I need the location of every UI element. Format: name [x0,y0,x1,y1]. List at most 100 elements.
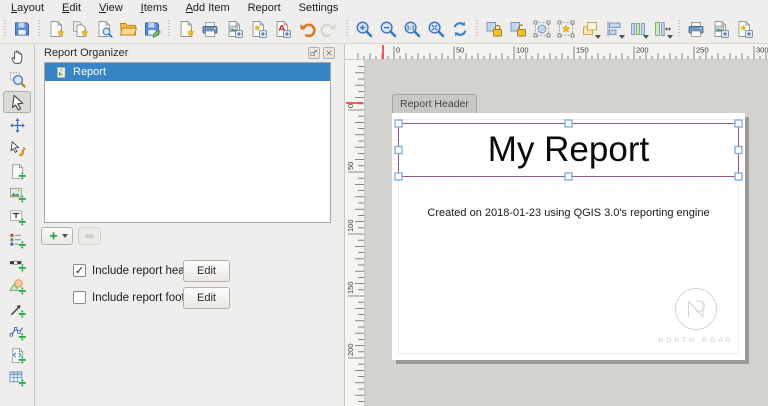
add-picture-tool-button[interactable] [3,183,31,205]
menu-edit[interactable]: Edit [53,0,90,15]
add-shape-tool-button[interactable] [3,275,31,297]
redo-icon [320,19,340,39]
svg-text:300: 300 [756,46,768,55]
add-scalebar-tool-button[interactable] [3,252,31,274]
unlock-icon [508,19,528,39]
add-legend-tool-button[interactable] [3,229,31,251]
group-items-button[interactable] [530,17,554,41]
save-button[interactable] [10,17,34,41]
menu-add-item[interactable]: Add Item [177,0,239,15]
canvas-area[interactable]: Report Header My Rep [365,60,768,406]
add-page-tool-button[interactable] [3,160,31,182]
panel-float-button[interactable] [308,47,320,59]
plus-icon [47,230,60,243]
move-content-icon [8,116,27,135]
subtitle-label-item[interactable]: Created on 2018-01-23 using QGIS 3.0's r… [392,207,745,219]
zoom-tool-button[interactable] [3,68,31,90]
export-report-svg-button[interactable] [732,17,756,41]
add-attribute-table-tool-button[interactable] [3,367,31,389]
refresh-button[interactable] [448,17,472,41]
include-report-footer-label: Include report footer [92,292,195,304]
menu-report[interactable]: Report [239,0,290,15]
unlock-items-button[interactable] [506,17,530,41]
toolbar-handle[interactable] [37,20,42,38]
toolbar-handle[interactable] [167,20,172,38]
folder-icon [118,19,138,39]
undo-button[interactable] [294,17,318,41]
svg-text:150: 150 [576,46,589,55]
export-pdf-button[interactable] [270,17,294,41]
pan-tool-button[interactable] [3,45,31,67]
report-page[interactable]: My Report Created on 2018-01-23 using QG… [392,113,745,360]
printer-icon [200,19,220,39]
toolbar-group [164,17,342,41]
edit-nodes-icon [8,139,27,158]
dropdown-caret-icon [595,35,601,39]
save-as-button[interactable] [140,17,164,41]
menu-items[interactable]: Items [132,0,177,15]
add-arrow-tool-button[interactable] [3,298,31,320]
zoom-out-icon [378,19,398,39]
duplicate-layout-button[interactable] [68,17,92,41]
toolbar-handle[interactable] [3,20,8,38]
raise-items-button[interactable] [578,17,602,41]
close-icon [324,48,334,58]
new-layout-button[interactable] [44,17,68,41]
north-road-logo: NR [668,281,724,337]
remove-section-button [78,227,101,245]
export-svg-button[interactable] [246,17,270,41]
resize-items-button[interactable] [650,17,674,41]
print-report-button[interactable] [684,17,708,41]
menu-settings[interactable]: Settings [290,0,348,15]
edit-nodes-item-tool-button[interactable] [3,137,31,159]
align-items-button[interactable] [602,17,626,41]
save-icon [12,19,32,39]
print-button[interactable] [198,17,222,41]
add-html-tool-button[interactable] [3,344,31,366]
include-report-footer-checkbox[interactable] [73,291,86,304]
edit-footer-button[interactable]: Edit [183,287,230,309]
remove-bar-icon [83,230,96,243]
add-table-icon [8,369,27,388]
menu-bar: LayoutEditViewItemsAdd ItemReportSetting… [0,0,768,15]
add-node-item-tool-button[interactable] [3,321,31,343]
edit-header-button[interactable]: Edit [183,260,230,282]
include-report-header-checkbox[interactable]: ✓ [73,264,86,277]
zoom-in-button[interactable] [352,17,376,41]
export-image-button[interactable] [222,17,246,41]
toolbar-handle[interactable] [345,20,350,38]
menu-layout[interactable]: Layout [2,0,53,15]
save-as-template-button[interactable] [174,17,198,41]
select-move-item-tool-button[interactable] [3,91,31,113]
save-edit-icon [142,19,162,39]
distribute-items-button[interactable] [626,17,650,41]
toolbar-handle[interactable] [475,20,480,38]
panel-header: Report Organizer [36,44,344,62]
layout-manager-button[interactable] [92,17,116,41]
zoom-actual-button[interactable]: 1:1 [400,17,424,41]
move-item-content-tool-button[interactable] [3,114,31,136]
ungroup-items-button[interactable] [554,17,578,41]
tree-item-report[interactable]: Report [45,63,330,81]
pages-star-icon [70,19,90,39]
toolbar-handle[interactable] [677,20,682,38]
panel-close-button[interactable] [323,47,335,59]
zoom-full-button[interactable] [424,17,448,41]
svg-text:1:1: 1:1 [407,26,415,32]
menu-view[interactable]: View [90,0,132,15]
lock-items-button[interactable] [482,17,506,41]
logo-text: NORTH ROAD [626,337,766,344]
export-report-image-button[interactable] [708,17,732,41]
add-label-tool-button[interactable] [3,206,31,228]
include-report-header-row: ✓Include report headerEdit [36,260,344,284]
report-tree[interactable]: Report [44,62,331,223]
layout-canvas: 050100150200250300 050100150200 Report H… [345,44,768,406]
svg-text:200: 200 [636,46,649,55]
toolbar-group: 1:1 [342,17,472,41]
open-button[interactable] [116,17,140,41]
add-shape-icon [8,277,27,296]
title-label-item[interactable]: My Report [398,123,739,177]
add-section-button[interactable] [41,227,73,245]
zoom-out-button[interactable] [376,17,400,41]
ruler-top: 050100150200250300 [345,44,768,60]
